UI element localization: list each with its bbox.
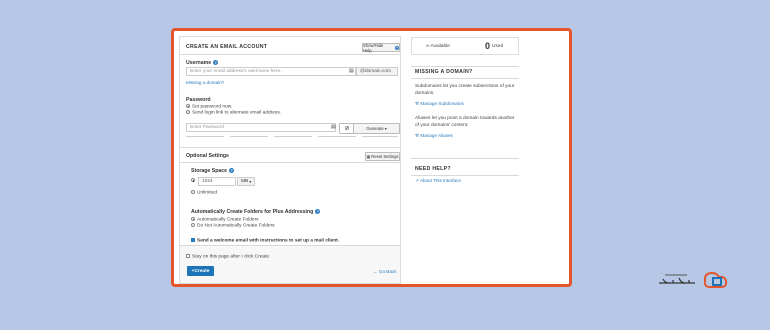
- generate-label: Generate: [366, 126, 384, 131]
- send-login-link-option[interactable]: Send login link to alternate email addre…: [186, 110, 281, 115]
- divider: [411, 175, 519, 176]
- create-label: Create: [194, 268, 210, 274]
- show-hide-help-button[interactable]: Show/Hide Help ?: [362, 42, 400, 53]
- divider: [180, 162, 400, 163]
- strength-segment: [318, 136, 356, 137]
- go-back-text: Go Back: [378, 269, 397, 274]
- content-frame: CREATE AN EMAIL ACCOUNT Show/Hide Help ?…: [171, 28, 572, 287]
- brand-logo: [655, 269, 735, 293]
- unlimited-text: Unlimited: [197, 190, 217, 196]
- checkbox-unchecked[interactable]: [186, 254, 190, 258]
- help-icon: ?: [395, 45, 399, 50]
- checkbox-checked[interactable]: [191, 238, 195, 242]
- storage-unit-text: MB: [241, 179, 249, 184]
- strength-segment: [362, 136, 398, 137]
- form-footer: [180, 245, 400, 283]
- strength-segment: [274, 136, 312, 137]
- create-email-form: CREATE AN EMAIL ACCOUNT Show/Hide Help ?…: [179, 36, 401, 284]
- storage-space-text: Storage Space: [191, 168, 228, 174]
- help-icon[interactable]: ?: [213, 60, 219, 66]
- no-auto-create-folders-text: Do Not Automatically Create Folders: [197, 223, 275, 229]
- missing-domain-title: MISSING A DOMAIN?: [415, 69, 473, 75]
- storage-unlimited-option[interactable]: Unlimited: [191, 190, 217, 195]
- divider: [411, 66, 519, 67]
- form-title: CREATE AN EMAIL ACCOUNT: [186, 44, 268, 50]
- caret-down-icon: ▾: [249, 179, 252, 184]
- domain-select[interactable]: @domain.com: [356, 67, 398, 76]
- missing-domain-link[interactable]: Missing a domain?: [186, 80, 224, 85]
- divider: [180, 54, 400, 55]
- available-label: Available: [430, 44, 450, 49]
- password-input[interactable]: Enter Password: [186, 123, 336, 132]
- manage-subdomains-link[interactable]: ⚒ Manage Subdomains: [415, 101, 464, 107]
- storage-unit-select[interactable]: MB ▾: [237, 177, 255, 186]
- storage-quota-input[interactable]: 1024: [198, 177, 236, 186]
- divider: [411, 158, 519, 159]
- help-icon[interactable]: ?: [229, 168, 235, 174]
- keyboard-icon[interactable]: ▤: [331, 124, 336, 130]
- manage-subdomains-text: Manage Subdomains: [420, 101, 464, 106]
- manage-aliases-text: Manage Aliases: [420, 133, 453, 138]
- divider: [180, 147, 400, 148]
- about-interface-link[interactable]: ↗ About This Interface: [415, 178, 461, 184]
- set-password-text: Set password now.: [192, 104, 233, 110]
- radio-selected[interactable]: [186, 104, 190, 108]
- stay-on-page-text: Stay on this page after I click Create.: [192, 254, 271, 260]
- strength-segment: [230, 136, 268, 137]
- show-hide-help-label: Show/Hide Help: [363, 42, 384, 53]
- no-auto-create-folders-option[interactable]: Do Not Automatically Create Folders: [191, 223, 275, 228]
- username-label-text: Username: [186, 60, 212, 66]
- storage-limited-radio[interactable]: [191, 178, 197, 184]
- plus-addressing-label: Automatically Create Folders for Plus Ad…: [191, 209, 321, 215]
- available-stat: ∞ Available: [426, 44, 450, 49]
- manage-aliases-link[interactable]: ⚒ Manage Aliases: [415, 133, 453, 139]
- divider: [180, 245, 400, 246]
- plus-addressing-text: Automatically Create Folders for Plus Ad…: [191, 209, 314, 215]
- go-back-link[interactable]: ← Go Back: [373, 269, 397, 274]
- need-help-title: NEED HELP?: [415, 166, 451, 172]
- used-count: 0: [485, 41, 491, 51]
- generate-password-button[interactable]: Generate ▾: [353, 123, 400, 134]
- trash-icon: ▦: [366, 154, 371, 159]
- divider: [411, 78, 519, 79]
- auto-create-folders-text: Automatically Create Folders: [197, 217, 259, 223]
- subdomains-text: Subdomains let you create subsections of…: [415, 84, 515, 96]
- username-input[interactable]: Enter your email address's username here…: [186, 67, 356, 76]
- radio-selected[interactable]: [191, 178, 195, 183]
- aliases-text: Aliases let you point a domain towards a…: [415, 116, 515, 128]
- username-label: Username?: [186, 60, 219, 66]
- storage-space-label: Storage Space?: [191, 168, 235, 174]
- password-label: Password: [186, 97, 211, 103]
- radio-selected[interactable]: [191, 217, 195, 221]
- reset-settings-label: Reset Settings: [371, 154, 399, 159]
- keyboard-icon[interactable]: ▤: [349, 68, 354, 74]
- welcome-email-option[interactable]: Send a welcome email with instructions t…: [191, 238, 339, 243]
- about-interface-text: About This Interface: [419, 178, 461, 183]
- optional-settings-label: Optional Settings: [186, 153, 229, 159]
- usage-stats-box: ∞ Available 0 Used: [411, 37, 519, 55]
- create-button[interactable]: + Create: [187, 266, 214, 276]
- brand-logo-graphic: [659, 271, 728, 288]
- used-label: Used: [492, 44, 504, 49]
- stay-on-page-option[interactable]: Stay on this page after I click Create.: [186, 254, 270, 259]
- radio-unselected[interactable]: [191, 190, 195, 194]
- auto-create-folders-option[interactable]: Automatically Create Folders: [191, 217, 259, 222]
- eye-slash-icon: ⊘: [344, 126, 350, 132]
- set-password-option[interactable]: Set password now.: [186, 104, 232, 109]
- strength-segment: [186, 136, 224, 137]
- reset-settings-button[interactable]: ▦ Reset Settings: [365, 152, 400, 161]
- caret-down-icon: ▾: [384, 126, 387, 131]
- welcome-email-text: Send a welcome email with instructions t…: [197, 238, 340, 244]
- help-icon[interactable]: ?: [315, 209, 321, 215]
- radio-unselected[interactable]: [191, 223, 195, 227]
- send-login-link-text: Send login link to alternate email addre…: [192, 110, 282, 116]
- radio-unselected[interactable]: [186, 110, 190, 114]
